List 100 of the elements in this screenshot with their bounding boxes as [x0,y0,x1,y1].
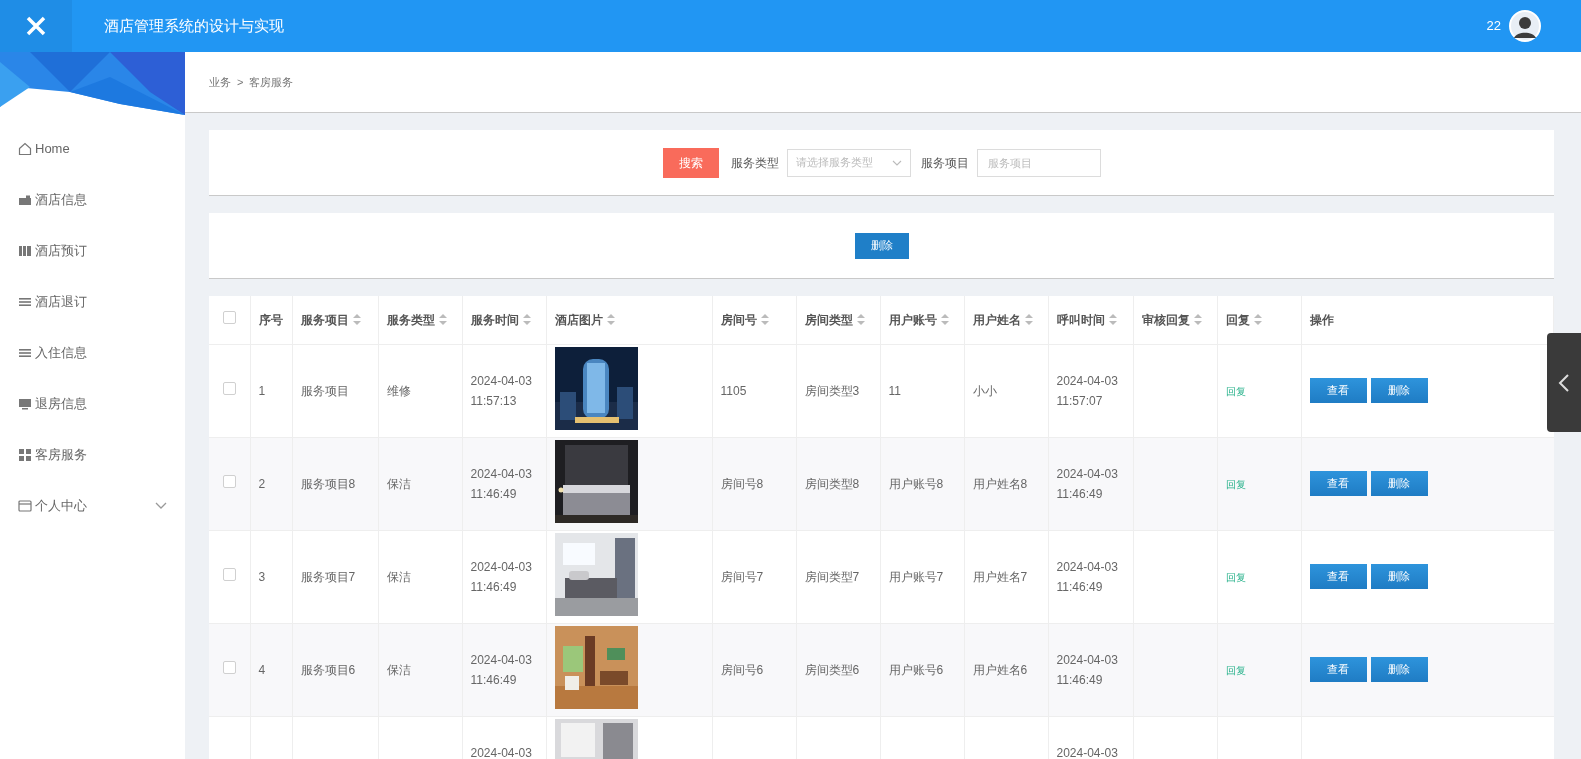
delete-button[interactable]: 删除 [854,232,909,259]
column-header[interactable]: 服务时间 [470,310,531,329]
table-cell: 保洁 [386,569,411,584]
table-cell: 房间类型7 [804,569,860,584]
table-cell: 服务项目6 [300,662,356,677]
table-cell: 保洁 [386,662,411,677]
sidebar-item[interactable]: 客房服务 [0,429,185,480]
sidebar-item[interactable]: 酒店预订 [0,225,185,276]
column-header[interactable]: 房间号 [720,310,769,329]
table-cell: 房间类型6 [804,662,860,677]
sort-icon[interactable] [352,314,361,326]
sort-icon[interactable] [1253,314,1262,326]
table-cell: 2 [258,476,266,491]
table-cell-text: 11:46:49 [1056,578,1104,596]
table-cell-text: 11:46:49 [1056,485,1104,503]
table-cell-text: 2024-04-03 [1056,558,1119,576]
field-label: 服务类型 [730,154,779,172]
sidebar-item[interactable]: 入住信息 [0,327,185,378]
sidebar-item[interactable]: Home [0,123,185,174]
input-field[interactable]: 服务项目 [976,148,1101,177]
breadcrumb-item: 客房服务 [249,74,294,90]
view-button[interactable]: 查看 [1309,378,1367,403]
sort-icon[interactable] [1193,314,1202,326]
table-cell-text: 2024-04-03 [470,372,533,390]
sidebar-item[interactable]: 酒店信息 [0,174,185,225]
column-header[interactable]: 酒店图片 [554,310,615,329]
table-cell-text: 2024-04-03 [470,651,533,669]
table-cell-text: 2024-04-03 [1056,465,1119,483]
side-panel-toggle[interactable] [1547,333,1581,432]
table-cell: 服务项目 [300,383,349,398]
column-header: 序号 [258,311,283,329]
table-cell: 房间类型3 [804,383,860,398]
table-cell-text: 11:46:49 [470,485,518,503]
table-cell: 服务项目8 [300,476,356,491]
table-cell: 4 [258,662,266,677]
column-header[interactable]: 用户账号 [888,310,949,329]
chevron-down-icon [155,501,167,510]
sort-icon[interactable] [438,314,447,326]
close-icon [26,16,46,36]
column-header[interactable]: 审核回复 [1141,310,1202,329]
table-cell: 服务项目7 [300,569,356,584]
home-icon [18,141,32,156]
checkbox[interactable] [222,381,236,395]
table-cell: 房间类型8 [804,476,860,491]
book-icon [18,243,32,258]
table-cell: 维修 [386,383,411,398]
view-button[interactable]: 查看 [1309,471,1367,496]
app-title: 酒店管理系统的设计与实现 [104,15,284,36]
column-header[interactable]: 服务项目 [300,310,361,329]
table-cell-text: 11:46:49 [470,578,518,596]
breadcrumb-item[interactable]: 业务 [209,73,231,91]
view-button[interactable]: 查看 [1309,564,1367,589]
table-cell-text: 2024-04-03 [470,744,533,759]
table-cell-text: 2024-04-03 [470,558,533,576]
table-cell-text: 2024-04-03 [1056,651,1119,669]
table-cell: 用户账号8 [888,476,944,491]
sort-icon[interactable] [522,314,531,326]
chevron-left-icon [1558,372,1570,393]
sort-icon[interactable] [606,314,615,326]
column-header[interactable]: 房间类型 [804,310,865,329]
sidebar-item[interactable]: 个人中心 [0,480,185,531]
avatar-icon[interactable] [1509,10,1541,42]
close-button[interactable] [0,0,72,52]
checkbox[interactable] [222,567,236,581]
sidebar-item[interactable]: 酒店退订 [0,276,185,327]
sort-icon[interactable] [1024,314,1033,326]
table-cell: 房间号7 [720,569,764,584]
grid-icon [18,447,32,462]
column-header: 操作 [1309,311,1334,329]
chevron-down-icon [891,159,902,166]
table-cell-text: 2024-04-03 [1056,372,1119,390]
table-cell: 用户账号6 [888,662,944,677]
sort-icon[interactable] [856,314,865,326]
checkbox[interactable] [222,474,236,488]
column-header[interactable]: 回复 [1225,310,1262,329]
column-header[interactable]: 呼叫时间 [1056,310,1117,329]
table-cell-text: 11:57:13 [470,392,518,410]
table-cell-text: 11:46:49 [470,671,518,689]
table-cell: 用户姓名7 [972,569,1028,584]
sidebar-item[interactable]: 退房信息 [0,378,185,429]
table-cell: 小小 [972,383,997,398]
breadcrumb-separator: > [237,74,244,90]
table-cell-text: 2024-04-03 [1056,744,1119,759]
sort-icon[interactable] [940,314,949,326]
checkbox[interactable] [222,660,236,674]
table-cell-text: 11:46:49 [1056,671,1104,689]
column-header[interactable]: 服务类型 [386,310,447,329]
column-header[interactable]: 用户姓名 [972,310,1033,329]
table-cell: 用户姓名6 [972,662,1028,677]
delete-button[interactable]: 删除 [1370,378,1428,403]
delete-button[interactable]: 删除 [1370,564,1428,589]
delete-button[interactable]: 删除 [1370,657,1428,682]
checkbox[interactable] [222,310,236,324]
user-name: 22 [1486,17,1501,36]
monitor-icon [18,396,32,411]
view-button[interactable]: 查看 [1309,657,1367,682]
delete-button[interactable]: 删除 [1370,471,1428,496]
table-cell: 房间号8 [720,476,764,491]
sort-icon[interactable] [1108,314,1117,326]
sort-icon[interactable] [760,314,769,326]
